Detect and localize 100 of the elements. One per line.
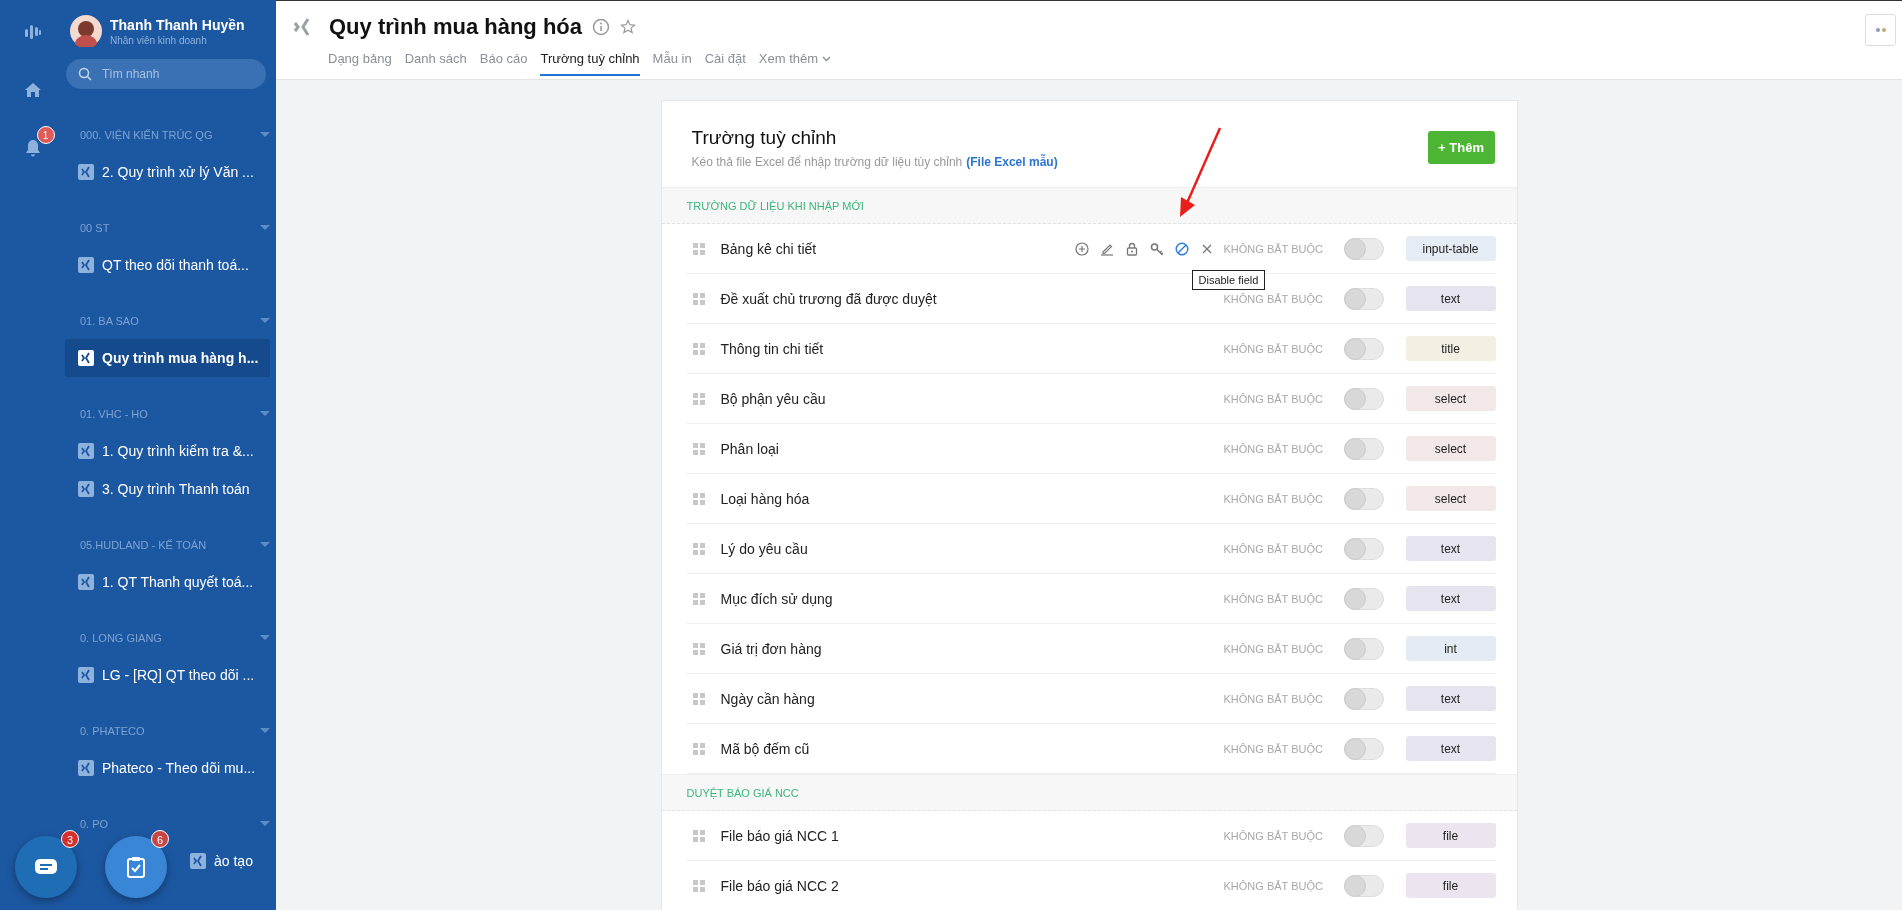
page-title: Quy trình mua hàng hóa: [329, 14, 582, 40]
type-tag: input-table: [1405, 236, 1496, 261]
required-label: KHÔNG BẮT BUỘC: [1223, 592, 1324, 605]
app-icon: [78, 760, 94, 776]
caret-icon[interactable]: [260, 411, 270, 417]
field-name: Bảng kê chi tiết: [720, 240, 818, 257]
field-name: File báo giá NCC 2: [720, 877, 840, 894]
nav-item[interactable]: 3. Quy trình Thanh toán: [65, 470, 270, 508]
nav-item[interactable]: Phateco - Theo dõi mu...: [65, 749, 270, 787]
toggle-switch[interactable]: [1343, 824, 1384, 847]
field-name: File báo giá NCC 1: [720, 827, 840, 844]
field-name: Lý do yêu cầu: [720, 540, 809, 557]
search-field[interactable]: Tìm nhanh: [66, 59, 266, 89]
app-icon: [78, 350, 94, 366]
notification-badge: 1: [36, 126, 55, 144]
field-name: Bộ phận yêu cầu: [720, 390, 827, 407]
nav-item[interactable]: ào tạo: [177, 842, 270, 880]
drag-handle-icon[interactable]: [692, 342, 705, 355]
toggle-switch[interactable]: [1343, 537, 1384, 560]
more-button[interactable]: [1865, 14, 1896, 46]
toggle-switch[interactable]: [1343, 287, 1384, 310]
group-label: 01. VHC - HO: [80, 408, 148, 420]
info-icon[interactable]: [592, 18, 610, 36]
app-icon: [78, 574, 94, 590]
required-label: KHÔNG BẮT BUỘC: [1223, 692, 1324, 705]
required-label: KHÔNG BẮT BUỘC: [1223, 642, 1324, 655]
caret-icon[interactable]: [260, 728, 270, 734]
app-icon: [78, 443, 94, 459]
nav-item[interactable]: LG - [RQ] QT theo dõi ...: [65, 656, 270, 694]
group-label: 0. PO: [80, 818, 109, 830]
card-subtitle: Kéo thả file Excel để nhập trường dữ liệu tùy chỉnh (File Excel mẫu): [691, 155, 1058, 169]
drag-handle-icon[interactable]: [692, 692, 705, 705]
toggle-switch[interactable]: [1343, 874, 1384, 897]
home-icon[interactable]: [23, 82, 42, 98]
nav-item[interactable]: Quy trình mua hàng h...: [65, 339, 270, 377]
group-label: 05.HUDLAND - KẾ TOÁN: [80, 539, 207, 551]
caret-icon[interactable]: [260, 132, 270, 138]
app-icon: [78, 164, 94, 180]
caret-icon[interactable]: [260, 635, 270, 641]
type-tag: text: [1405, 586, 1496, 611]
type-tag: text: [1405, 286, 1496, 311]
toggle-switch[interactable]: [1343, 637, 1384, 660]
add-icon[interactable]: [1074, 241, 1089, 256]
drag-handle-icon[interactable]: [692, 242, 705, 255]
group-label: 00 ST: [80, 222, 110, 234]
required-label: KHÔNG BẮT BUỘC: [1223, 742, 1324, 755]
drag-handle-icon[interactable]: [692, 492, 705, 505]
drag-handle-icon[interactable]: [692, 829, 705, 842]
drag-handle-icon[interactable]: [692, 542, 705, 555]
toggle-switch[interactable]: [1343, 587, 1384, 610]
logo-icon[interactable]: [23, 23, 42, 41]
nav-item[interactable]: 1. QT Thanh quyết toá...: [65, 563, 270, 601]
drag-handle-icon[interactable]: [692, 292, 705, 305]
ban-icon[interactable]: [1174, 241, 1189, 256]
type-tag: title: [1405, 336, 1496, 361]
group-label: 0. PHATECO: [80, 725, 145, 737]
app-logo-icon: [293, 18, 311, 36]
caret-icon[interactable]: [260, 542, 270, 548]
drag-handle-icon[interactable]: [692, 742, 705, 755]
drag-handle-icon[interactable]: [692, 642, 705, 655]
drag-handle-icon[interactable]: [692, 879, 705, 892]
caret-icon[interactable]: [260, 225, 270, 231]
type-tag: file: [1405, 823, 1496, 848]
card-title: Trường tuỳ chỉnh: [691, 127, 838, 149]
required-label: KHÔNG BẮT BUỘC: [1223, 392, 1324, 405]
field-name: Giá trị đơn hàng: [720, 640, 823, 657]
app-icon: [78, 667, 94, 683]
app-icon: [78, 257, 94, 273]
toggle-switch[interactable]: [1343, 737, 1384, 760]
required-label: KHÔNG BẮT BUỘC: [1223, 442, 1324, 455]
field-name: Ngày cần hàng: [720, 690, 816, 707]
toggle-switch[interactable]: [1343, 687, 1384, 710]
toggle-switch[interactable]: [1343, 487, 1384, 510]
type-tag: text: [1405, 536, 1496, 561]
toggle-switch[interactable]: [1343, 237, 1384, 260]
bell-icon[interactable]: [24, 139, 41, 157]
tooltip: Disable field: [1191, 269, 1266, 290]
tab[interactable]: Trường tuỳ chỉnh: [540, 50, 640, 76]
required-label: KHÔNG BẮT BUỘC: [1223, 879, 1324, 892]
nav-item[interactable]: 2. Quy trình xử lý Văn ...: [65, 153, 270, 191]
key-icon[interactable]: [1149, 241, 1164, 256]
star-icon[interactable]: [620, 19, 636, 35]
drag-handle-icon[interactable]: [692, 592, 705, 605]
caret-icon[interactable]: [260, 318, 270, 324]
nav-item[interactable]: 1. Quy trình kiểm tra &...: [65, 432, 270, 470]
toggle-switch[interactable]: [1343, 437, 1384, 460]
type-tag: select: [1405, 436, 1496, 461]
lock-icon[interactable]: [1124, 241, 1139, 256]
type-tag: file: [1405, 873, 1496, 898]
template-link[interactable]: (File Excel mẫu): [966, 155, 1058, 169]
required-label: KHÔNG BẮT BUỘC: [1223, 242, 1324, 255]
user-role: Nhân viên kinh doanh: [110, 34, 208, 46]
toggle-switch[interactable]: [1343, 387, 1384, 410]
group-label: 0. LONG GIANG: [80, 632, 162, 644]
drag-handle-icon[interactable]: [692, 392, 705, 405]
section-title: TRƯỜNG DỮ LIỆU KHI NHẬP MỚI: [686, 199, 864, 212]
nav-item[interactable]: QT theo dõi thanh toá...: [65, 246, 270, 284]
caret-icon[interactable]: [260, 821, 270, 827]
drag-handle-icon[interactable]: [692, 442, 705, 455]
toggle-switch[interactable]: [1343, 337, 1384, 360]
